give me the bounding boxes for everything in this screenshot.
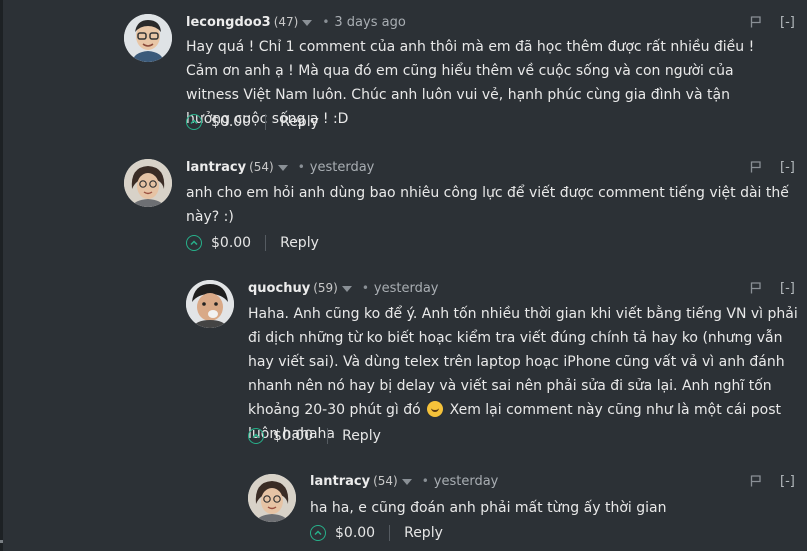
comment-tools: [-] xyxy=(750,278,795,298)
payout-value[interactable]: $0.00 xyxy=(335,525,375,541)
comment-tools: [-] xyxy=(750,157,795,177)
author-reputation: (54) xyxy=(373,474,398,488)
upvote-button[interactable] xyxy=(248,428,264,444)
chevron-down-icon[interactable] xyxy=(277,165,288,171)
comment-actions: $0.00 Reply xyxy=(186,111,319,133)
thread-left-bar xyxy=(0,0,3,551)
payout-value[interactable]: $0.00 xyxy=(211,114,251,130)
comment-body: anh cho em hỏi anh dùng bao nhiêu công l… xyxy=(186,185,789,225)
divider xyxy=(327,428,329,444)
comment-actions: $0.00 Reply xyxy=(310,522,443,544)
comment-tools: [-] xyxy=(750,12,795,32)
chevron-down-icon[interactable] xyxy=(302,20,313,26)
separator-dot: • xyxy=(421,474,429,488)
flag-icon[interactable] xyxy=(750,282,762,294)
comment-time[interactable]: yesterday xyxy=(310,160,375,175)
rolling-laughing-emoji-icon xyxy=(427,401,444,417)
flag-icon[interactable] xyxy=(750,16,762,28)
collapse-button[interactable]: [-] xyxy=(780,160,795,175)
avatar[interactable] xyxy=(124,159,172,207)
divider xyxy=(265,235,267,251)
collapse-button[interactable]: [-] xyxy=(780,281,795,296)
separator-dot: • xyxy=(361,281,369,295)
thread-left-bar-marker xyxy=(0,540,3,543)
upvote-button[interactable] xyxy=(186,235,202,251)
separator-dot: • xyxy=(297,160,305,174)
author-name[interactable]: lantracy xyxy=(310,474,370,489)
upvote-button[interactable] xyxy=(186,114,202,130)
comment-header: quochuy (59) • yesterday xyxy=(248,278,439,298)
comment-header: lantracy (54) • yesterday xyxy=(310,471,498,491)
author-reputation: (47) xyxy=(273,15,299,29)
reply-link[interactable]: Reply xyxy=(342,428,381,444)
divider xyxy=(265,114,267,130)
separator-dot: • xyxy=(322,15,330,29)
chevron-up-icon xyxy=(190,240,198,246)
collapse-button[interactable]: [-] xyxy=(780,474,795,489)
author-reputation: (54) xyxy=(249,160,274,174)
comment-tools: [-] xyxy=(750,471,795,491)
reply-link[interactable]: Reply xyxy=(280,114,319,130)
chevron-up-icon xyxy=(190,119,198,125)
chevron-up-icon xyxy=(252,433,260,439)
comment-actions: $0.00 Reply xyxy=(186,232,319,254)
avatar[interactable] xyxy=(124,14,172,62)
reply-link[interactable]: Reply xyxy=(280,235,319,251)
flag-icon[interactable] xyxy=(750,161,762,173)
comment-time[interactable]: yesterday xyxy=(374,281,439,296)
payout-value[interactable]: $0.00 xyxy=(211,235,251,251)
upvote-button[interactable] xyxy=(310,525,326,541)
comment-time[interactable]: yesterday xyxy=(434,474,499,489)
comment-body: ha ha, e cũng đoán anh phải mất từng ấy … xyxy=(310,500,667,516)
author-name[interactable]: quochuy xyxy=(248,281,310,296)
author-name[interactable]: lantracy xyxy=(186,160,246,175)
collapse-button[interactable]: [-] xyxy=(780,15,795,30)
chevron-down-icon[interactable] xyxy=(401,479,412,485)
comment-actions: $0.00 Reply xyxy=(248,425,381,447)
avatar-image xyxy=(186,280,234,328)
payout-value[interactable]: $0.00 xyxy=(273,428,313,444)
flag-icon[interactable] xyxy=(750,475,762,487)
comment-header: lantracy (54) • yesterday xyxy=(186,157,374,177)
divider xyxy=(389,525,391,541)
author-reputation: (59) xyxy=(313,281,338,295)
avatar-image xyxy=(248,474,296,522)
chevron-down-icon[interactable] xyxy=(341,286,352,292)
comment-time[interactable]: 3 days ago xyxy=(334,15,405,30)
chevron-up-icon xyxy=(314,530,322,536)
avatar[interactable] xyxy=(248,474,296,522)
author-name[interactable]: lecongdoo3 xyxy=(186,15,271,30)
avatar-image xyxy=(124,14,172,62)
comment-header: lecongdoo3 (47) • 3 days ago xyxy=(186,12,406,32)
avatar[interactable] xyxy=(186,280,234,328)
reply-link[interactable]: Reply xyxy=(404,525,443,541)
avatar-image xyxy=(124,159,172,207)
